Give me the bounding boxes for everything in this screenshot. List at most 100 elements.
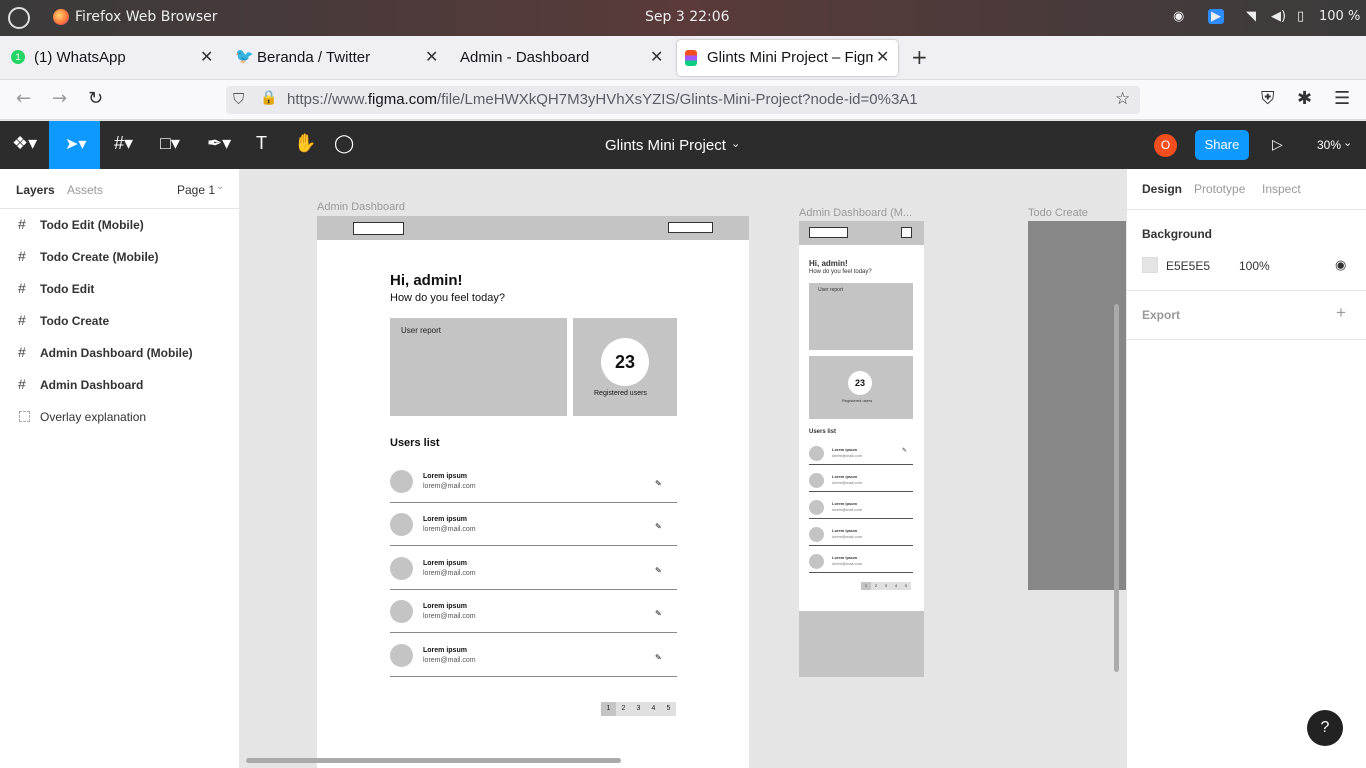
design-canvas[interactable]: Admin Dashboard Hi, admin! How do you fe… xyxy=(240,169,1126,768)
new-tab-icon[interactable]: + xyxy=(911,45,928,69)
background-hex[interactable]: E5E5E5 xyxy=(1166,259,1210,273)
share-button[interactable]: Share xyxy=(1195,130,1249,160)
tab-figma[interactable]: Glints Mini Project – Figma ✕ xyxy=(677,40,898,76)
chevron-down-icon[interactable]: ⌄ xyxy=(731,137,740,150)
close-tab-icon[interactable]: ✕ xyxy=(650,47,663,67)
frame-icon: # xyxy=(18,280,26,296)
figma-icon xyxy=(685,50,697,66)
divider xyxy=(1127,290,1366,291)
volume-icon[interactable]: ◀) xyxy=(1271,9,1286,24)
page-number: 3 xyxy=(881,582,891,590)
hand-tool-icon[interactable]: ✋ xyxy=(294,133,316,154)
layer-item[interactable]: # Todo Edit xyxy=(0,273,239,305)
header-bar xyxy=(317,216,749,240)
layer-item[interactable]: # Admin Dashboard (Mobile) xyxy=(0,337,239,369)
frame-admin-dashboard-mobile[interactable]: Hi, admin! How do you feel today? User r… xyxy=(799,221,924,677)
tab-admin-dashboard[interactable]: Admin - Dashboard ✕ xyxy=(454,40,672,76)
menu-icon[interactable]: ☰ xyxy=(1334,88,1350,109)
frame-label[interactable]: Todo Create xyxy=(1028,207,1088,219)
ubuntu-logo-icon[interactable] xyxy=(8,7,30,29)
subgreeting: How do you feel today? xyxy=(809,269,872,275)
comment-tool-icon[interactable]: ◯ xyxy=(334,133,354,154)
figma-main-menu-icon[interactable]: ❖▾ xyxy=(12,133,37,154)
avatar xyxy=(390,557,413,580)
battery-icon[interactable]: ▯ xyxy=(1297,9,1304,24)
page-number: 5 xyxy=(901,582,911,590)
discord-icon[interactable]: ◉ xyxy=(1173,9,1184,24)
user-name: Lorem ipsum xyxy=(832,528,858,533)
file-title[interactable]: Glints Mini Project xyxy=(605,137,726,154)
text-tool-icon[interactable]: T xyxy=(256,133,267,154)
zoom-level[interactable]: 30% xyxy=(1317,138,1341,152)
move-tool-button[interactable]: ➤▾ xyxy=(49,121,100,169)
frame-icon: # xyxy=(18,216,26,232)
pocket-icon[interactable]: ⛨ xyxy=(1261,88,1275,109)
layer-item[interactable]: # Admin Dashboard xyxy=(0,369,239,401)
pen-tool-icon[interactable]: ✒▾ xyxy=(207,133,231,154)
tab-assets[interactable]: Assets xyxy=(67,183,103,197)
close-tab-icon[interactable]: ✕ xyxy=(425,47,438,67)
user-name: Lorem ipsum xyxy=(832,501,858,506)
horizontal-scrollbar[interactable] xyxy=(246,758,621,763)
background-opacity[interactable]: 100% xyxy=(1239,259,1270,273)
tab-twitter[interactable]: 🐦 Beranda / Twitter ✕ xyxy=(229,40,447,76)
close-tab-icon[interactable]: ✕ xyxy=(876,47,889,67)
tab-design[interactable]: Design xyxy=(1142,182,1182,196)
clock[interactable]: Sep 3 22:06 xyxy=(645,9,730,25)
active-app-name[interactable]: Firefox Web Browser xyxy=(75,9,218,25)
divider xyxy=(1127,339,1366,340)
frame-icon: # xyxy=(18,312,26,328)
layer-item[interactable]: # Todo Create xyxy=(0,305,239,337)
close-tab-icon[interactable]: ✕ xyxy=(200,47,213,67)
tab-inspect[interactable]: Inspect xyxy=(1262,182,1301,196)
user-email: lorem@mail.com xyxy=(423,570,476,577)
chevron-down-icon[interactable]: ⌄ xyxy=(216,181,224,192)
tab-whatsapp[interactable]: 1 (1) WhatsApp ✕ xyxy=(4,40,222,76)
present-play-icon[interactable]: ▷ xyxy=(1272,136,1283,153)
vertical-scrollbar[interactable] xyxy=(1114,304,1119,672)
background-title: Background xyxy=(1142,227,1213,241)
tab-label: Admin - Dashboard xyxy=(460,49,590,66)
user-email: lorem@mail.com xyxy=(832,534,863,539)
layer-item[interactable]: # Todo Create (Mobile) xyxy=(0,241,239,273)
eye-visibility-icon[interactable]: ◉ xyxy=(1335,257,1346,273)
lock-icon[interactable]: 🔒 xyxy=(260,90,277,106)
user-row: Lorem ipsum lorem@mail.com ✎ xyxy=(390,505,677,546)
frame-admin-dashboard[interactable]: Hi, admin! How do you feel today? User r… xyxy=(317,216,749,768)
user-row: Lorem ipsum lorem@mail.com xyxy=(809,522,913,546)
add-export-icon[interactable]: + xyxy=(1336,303,1346,323)
wifi-icon[interactable]: ◥ xyxy=(1246,9,1256,24)
url-bar[interactable]: ⛉ 🔒 https://www.figma.com/file/LmeHWXkQH… xyxy=(226,86,1140,114)
frame-label[interactable]: Admin Dashboard xyxy=(317,201,405,213)
avatar[interactable]: O xyxy=(1154,134,1177,157)
avatar xyxy=(809,500,824,515)
page-selector[interactable]: Page 1 xyxy=(177,183,215,197)
color-swatch[interactable] xyxy=(1142,257,1158,273)
layers-panel: Layers Assets Page 1 ⌄ # Todo Edit (Mobil… xyxy=(0,169,240,768)
user-report-card: User report xyxy=(809,283,913,350)
registered-users-card: 23 Registered users xyxy=(573,318,677,416)
frame-label[interactable]: Admin Dashboard (M... xyxy=(799,207,912,219)
navigation-bar: ← → ↻ ⛉ 🔒 https://www.figma.com/file/Lme… xyxy=(0,80,1366,120)
user-row: Lorem ipsum lorem@mail.com ✎ xyxy=(390,462,677,503)
layer-item[interactable]: Overlay explanation xyxy=(0,401,239,433)
tab-prototype[interactable]: Prototype xyxy=(1194,182,1245,196)
reload-icon[interactable]: ↻ xyxy=(88,88,103,109)
shield-icon[interactable]: ⛉ xyxy=(233,90,244,108)
user-name: Lorem ipsum xyxy=(423,560,467,567)
shape-tool-icon[interactable]: □▾ xyxy=(160,133,180,154)
tab-layers[interactable]: Layers xyxy=(16,183,55,197)
greeting: Hi, admin! xyxy=(809,259,848,268)
layer-item[interactable]: # Todo Edit (Mobile) xyxy=(0,209,239,241)
url-text[interactable]: https://www.figma.com/file/LmeHWXkQH7M3y… xyxy=(287,91,918,108)
zoom-chevron-icon[interactable]: ⌄ xyxy=(1343,136,1352,149)
help-button[interactable]: ? xyxy=(1307,710,1343,746)
frame-todo-create[interactable] xyxy=(1028,221,1126,590)
zoom-icon[interactable]: ▶ xyxy=(1208,9,1224,24)
bookmark-star-icon[interactable]: ☆ xyxy=(1115,89,1130,109)
frame-tool-icon[interactable]: #▾ xyxy=(114,133,133,154)
extension-icon[interactable]: ✱ xyxy=(1297,88,1312,109)
back-icon[interactable]: ← xyxy=(16,88,31,109)
user-name: Lorem ipsum xyxy=(832,447,858,452)
forward-icon[interactable]: → xyxy=(52,88,67,109)
